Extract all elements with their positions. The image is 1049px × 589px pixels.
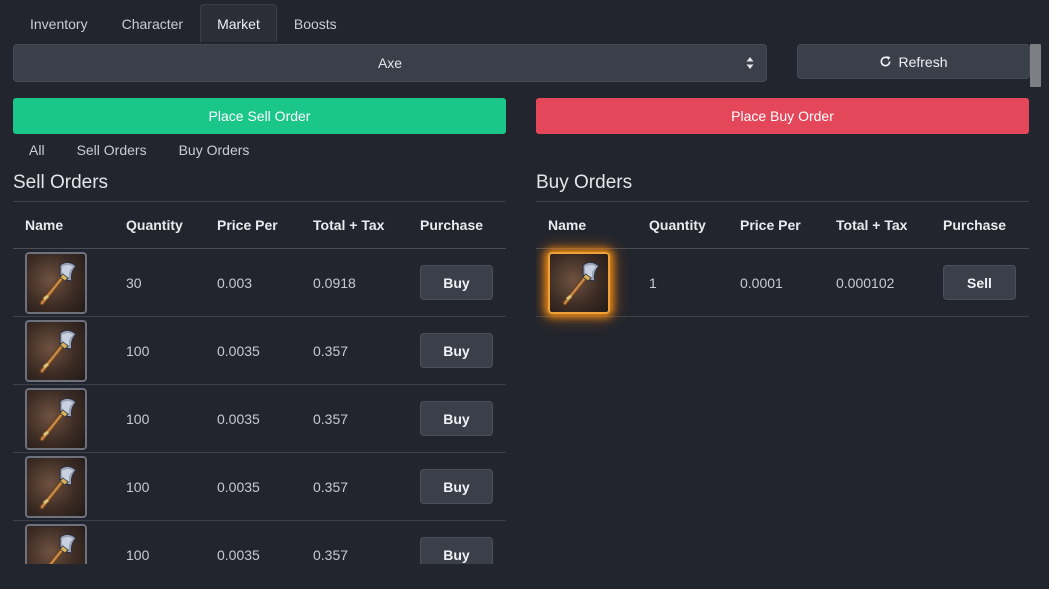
buy-orders-panel: Name Quantity Price Per Total + Tax Purc… (536, 201, 1029, 341)
sell-orders-panel: Name Quantity Price Per Total + Tax Purc… (13, 201, 506, 564)
tab-inventory[interactable]: Inventory (13, 4, 105, 42)
column-header: Price Per (205, 201, 301, 249)
tab-boosts[interactable]: Boosts (277, 4, 354, 42)
axe-icon[interactable] (25, 251, 87, 314)
buy-button[interactable]: Buy (420, 333, 493, 368)
item-select[interactable]: Axe (13, 44, 767, 82)
price-per-cell: 0.0035 (205, 316, 301, 385)
price-per-cell: 0.0001 (728, 248, 824, 317)
total-tax-cell: 0.357 (301, 384, 408, 453)
table-row: 30 0.003 0.0918 Buy (13, 248, 506, 317)
order-filters: All Sell Orders Buy Orders (13, 142, 265, 162)
column-header: Total + Tax (824, 201, 931, 249)
filter-all[interactable]: All (13, 142, 61, 162)
price-per-cell: 0.0035 (205, 384, 301, 453)
purchase-cell: Buy (408, 316, 506, 385)
column-header: Name (13, 201, 114, 249)
buy-button[interactable]: Buy (420, 401, 493, 436)
table-row: 100 0.0035 0.357 Buy (13, 384, 506, 453)
table-row: 1 0.0001 0.000102 Sell (536, 248, 1029, 317)
table-header: Name Quantity Price Per Total + Tax Purc… (13, 201, 506, 249)
sell-orders-title: Sell Orders (13, 172, 109, 193)
refresh-label: Refresh (898, 53, 948, 70)
purchase-cell: Buy (408, 520, 506, 564)
column-header: Total + Tax (301, 201, 408, 249)
price-per-cell: 0.0035 (205, 452, 301, 521)
buy-button[interactable]: Buy (420, 265, 493, 300)
price-per-cell: 0.003 (205, 248, 301, 317)
total-tax-cell: 0.357 (301, 316, 408, 385)
quantity-cell: 100 (114, 520, 205, 564)
total-tax-cell: 0.0918 (301, 248, 408, 317)
axe-icon[interactable] (25, 387, 87, 450)
total-tax-cell: 0.357 (301, 452, 408, 521)
item-cell (13, 248, 114, 317)
filter-sell-orders[interactable]: Sell Orders (61, 142, 163, 162)
quantity-cell: 100 (114, 452, 205, 521)
buy-button[interactable]: Buy (420, 537, 493, 564)
total-tax-cell: 0.000102 (824, 248, 931, 317)
column-header: Name (536, 201, 637, 249)
refresh-button[interactable]: Refresh (797, 44, 1030, 79)
sell-orders-table: Name Quantity Price Per Total + Tax Purc… (13, 201, 506, 564)
buy-button[interactable]: Buy (420, 469, 493, 504)
purchase-cell: Buy (408, 248, 506, 317)
item-cell (13, 384, 114, 453)
place-buy-order-button[interactable]: Place Buy Order (536, 98, 1029, 134)
tab-market[interactable]: Market (200, 4, 277, 42)
axe-icon[interactable] (25, 523, 87, 564)
column-header: Purchase (408, 201, 506, 249)
sell-button[interactable]: Sell (943, 265, 1016, 300)
item-cell (13, 452, 114, 521)
item-cell (13, 520, 114, 564)
purchase-cell: Buy (408, 384, 506, 453)
sort-arrows-icon (746, 57, 754, 69)
tab-character[interactable]: Character (105, 4, 200, 42)
quantity-cell: 30 (114, 248, 205, 317)
axe-icon[interactable] (548, 251, 610, 314)
table-row: 100 0.0035 0.357 Buy (13, 316, 506, 385)
table-row: 100 0.0035 0.357 Buy (13, 520, 506, 564)
item-cell (536, 248, 637, 317)
quantity-cell: 1 (637, 248, 728, 317)
table-header: Name Quantity Price Per Total + Tax Purc… (536, 201, 1029, 249)
place-sell-order-button[interactable]: Place Sell Order (13, 98, 506, 134)
purchase-cell: Buy (408, 452, 506, 521)
buy-orders-title: Buy Orders (536, 172, 633, 193)
total-tax-cell: 0.357 (301, 520, 408, 564)
refresh-icon (880, 56, 891, 67)
column-header: Price Per (728, 201, 824, 249)
column-header: Quantity (114, 201, 205, 249)
quantity-cell: 100 (114, 384, 205, 453)
column-header: Quantity (637, 201, 728, 249)
market-tabs: Inventory Character Market Boosts (13, 4, 354, 42)
price-per-cell: 0.0035 (205, 520, 301, 564)
filter-buy-orders[interactable]: Buy Orders (163, 142, 266, 162)
item-select-value: Axe (377, 55, 403, 71)
axe-icon[interactable] (25, 455, 87, 518)
scrollbar-thumb[interactable] (1030, 44, 1041, 87)
purchase-cell: Sell (931, 248, 1029, 317)
table-row: 100 0.0035 0.357 Buy (13, 452, 506, 521)
quantity-cell: 100 (114, 316, 205, 385)
axe-icon[interactable] (25, 319, 87, 382)
column-header: Purchase (931, 201, 1029, 249)
buy-orders-table: Name Quantity Price Per Total + Tax Purc… (536, 201, 1029, 317)
item-cell (13, 316, 114, 385)
